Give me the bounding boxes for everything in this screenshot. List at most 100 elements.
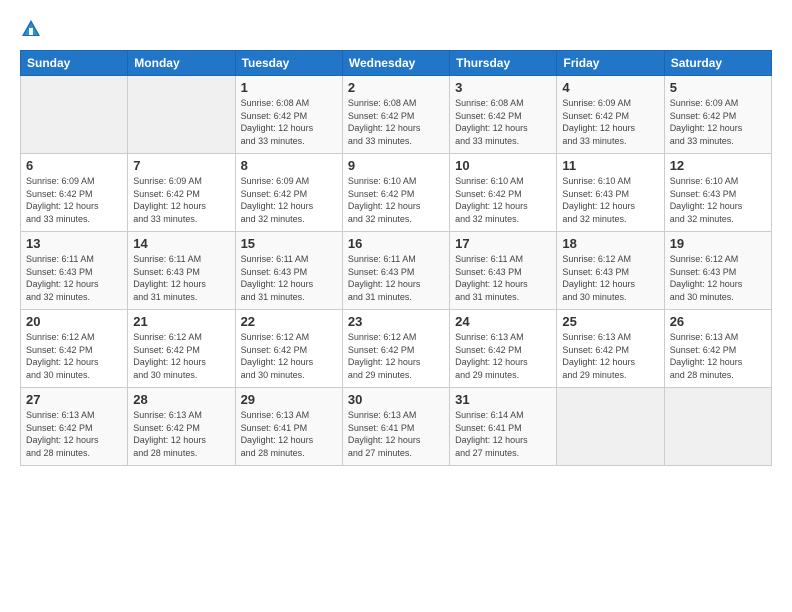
calendar-week-row: 20 Sunrise: 6:12 AM Sunset: 6:42 PM Dayli… [21, 310, 772, 388]
calendar-cell: 28 Sunrise: 6:13 AM Sunset: 6:42 PM Dayli… [128, 388, 235, 466]
calendar-cell: 29Sunrise: 6:13 AM Sunset: 6:41 PM Dayli… [235, 388, 342, 466]
weekday-header-thursday: Thursday [450, 51, 557, 76]
day-number: 28 [133, 392, 229, 407]
calendar-cell: 27 Sunrise: 6:13 AM Sunset: 6:42 PM Dayli… [21, 388, 128, 466]
day-number: 18 [562, 236, 658, 251]
day-number: 26 [670, 314, 766, 329]
day-number: 22 [241, 314, 337, 329]
day-number: 12 [670, 158, 766, 173]
calendar-cell: 4 Sunrise: 6:09 AM Sunset: 6:42 PM Daylig… [557, 76, 664, 154]
calendar-cell: 20 Sunrise: 6:12 AM Sunset: 6:42 PM Dayli… [21, 310, 128, 388]
calendar-week-row: 1 Sunrise: 6:08 AM Sunset: 6:42 PM Daylig… [21, 76, 772, 154]
calendar-week-row: 27 Sunrise: 6:13 AM Sunset: 6:42 PM Dayli… [21, 388, 772, 466]
calendar-cell: 30 Sunrise: 6:13 AM Sunset: 6:41 PM Dayli… [342, 388, 449, 466]
day-number: 20 [26, 314, 122, 329]
day-detail: Sunrise: 6:11 AM Sunset: 6:43 PM Dayligh… [348, 253, 444, 303]
calendar-cell: 11 Sunrise: 6:10 AM Sunset: 6:43 PM Dayli… [557, 154, 664, 232]
day-number: 30 [348, 392, 444, 407]
day-number: 3 [455, 80, 551, 95]
day-number: 11 [562, 158, 658, 173]
day-detail: Sunrise: 6:13 AM Sunset: 6:41 PM Dayligh… [241, 409, 337, 459]
logo [20, 18, 46, 40]
day-detail: Sunrise: 6:13 AM Sunset: 6:42 PM Dayligh… [133, 409, 229, 459]
day-detail: Sunrise: 6:13 AM Sunset: 6:41 PM Dayligh… [348, 409, 444, 459]
calendar-cell: 2 Sunrise: 6:08 AM Sunset: 6:42 PM Daylig… [342, 76, 449, 154]
day-detail: Sunrise: 6:08 AM Sunset: 6:42 PM Dayligh… [348, 97, 444, 147]
calendar-cell: 23 Sunrise: 6:12 AM Sunset: 6:42 PM Dayli… [342, 310, 449, 388]
calendar-cell: 6 Sunrise: 6:09 AM Sunset: 6:42 PM Daylig… [21, 154, 128, 232]
calendar-cell: 22Sunrise: 6:12 AM Sunset: 6:42 PM Dayli… [235, 310, 342, 388]
day-number: 31 [455, 392, 551, 407]
day-number: 13 [26, 236, 122, 251]
page-header [20, 18, 772, 40]
calendar-table: SundayMondayTuesdayWednesdayThursdayFrid… [20, 50, 772, 466]
day-detail: Sunrise: 6:13 AM Sunset: 6:42 PM Dayligh… [562, 331, 658, 381]
logo-icon [20, 18, 42, 40]
calendar-cell: 7 Sunrise: 6:09 AM Sunset: 6:42 PM Daylig… [128, 154, 235, 232]
calendar-cell: 5Sunrise: 6:09 AM Sunset: 6:42 PM Daylig… [664, 76, 771, 154]
calendar-cell: 14Sunrise: 6:11 AM Sunset: 6:43 PM Dayli… [128, 232, 235, 310]
day-number: 17 [455, 236, 551, 251]
calendar-week-row: 6 Sunrise: 6:09 AM Sunset: 6:42 PM Daylig… [21, 154, 772, 232]
day-number: 25 [562, 314, 658, 329]
weekday-header-wednesday: Wednesday [342, 51, 449, 76]
calendar-cell [664, 388, 771, 466]
weekday-header-row: SundayMondayTuesdayWednesdayThursdayFrid… [21, 51, 772, 76]
day-number: 10 [455, 158, 551, 173]
day-detail: Sunrise: 6:11 AM Sunset: 6:43 PM Dayligh… [241, 253, 337, 303]
calendar-cell: 31Sunrise: 6:14 AM Sunset: 6:41 PM Dayli… [450, 388, 557, 466]
calendar-cell [21, 76, 128, 154]
day-number: 8 [241, 158, 337, 173]
day-number: 27 [26, 392, 122, 407]
calendar-cell: 12 Sunrise: 6:10 AM Sunset: 6:43 PM Dayli… [664, 154, 771, 232]
calendar-cell: 13 Sunrise: 6:11 AM Sunset: 6:43 PM Dayli… [21, 232, 128, 310]
day-detail: Sunrise: 6:13 AM Sunset: 6:42 PM Dayligh… [26, 409, 122, 459]
calendar-cell: 16 Sunrise: 6:11 AM Sunset: 6:43 PM Dayli… [342, 232, 449, 310]
day-detail: Sunrise: 6:10 AM Sunset: 6:43 PM Dayligh… [562, 175, 658, 225]
calendar-cell: 1 Sunrise: 6:08 AM Sunset: 6:42 PM Daylig… [235, 76, 342, 154]
day-detail: Sunrise: 6:11 AM Sunset: 6:43 PM Dayligh… [26, 253, 122, 303]
weekday-header-monday: Monday [128, 51, 235, 76]
weekday-header-saturday: Saturday [664, 51, 771, 76]
day-number: 16 [348, 236, 444, 251]
calendar-cell [128, 76, 235, 154]
day-number: 24 [455, 314, 551, 329]
weekday-header-sunday: Sunday [21, 51, 128, 76]
day-detail: Sunrise: 6:09 AM Sunset: 6:42 PM Dayligh… [241, 175, 337, 225]
day-number: 7 [133, 158, 229, 173]
day-number: 6 [26, 158, 122, 173]
day-detail: Sunrise: 6:12 AM Sunset: 6:43 PM Dayligh… [670, 253, 766, 303]
day-detail: Sunrise: 6:08 AM Sunset: 6:42 PM Dayligh… [455, 97, 551, 147]
day-number: 15 [241, 236, 337, 251]
day-detail: Sunrise: 6:09 AM Sunset: 6:42 PM Dayligh… [133, 175, 229, 225]
calendar-cell: 26 Sunrise: 6:13 AM Sunset: 6:42 PM Dayli… [664, 310, 771, 388]
day-detail: Sunrise: 6:12 AM Sunset: 6:43 PM Dayligh… [562, 253, 658, 303]
calendar-cell [557, 388, 664, 466]
day-number: 2 [348, 80, 444, 95]
day-detail: Sunrise: 6:09 AM Sunset: 6:42 PM Dayligh… [26, 175, 122, 225]
calendar-cell: 8 Sunrise: 6:09 AM Sunset: 6:42 PM Daylig… [235, 154, 342, 232]
day-detail: Sunrise: 6:12 AM Sunset: 6:42 PM Dayligh… [26, 331, 122, 381]
weekday-header-tuesday: Tuesday [235, 51, 342, 76]
day-detail: Sunrise: 6:09 AM Sunset: 6:42 PM Dayligh… [562, 97, 658, 147]
day-detail: Sunrise: 6:13 AM Sunset: 6:42 PM Dayligh… [670, 331, 766, 381]
day-detail: Sunrise: 6:08 AM Sunset: 6:42 PM Dayligh… [241, 97, 337, 147]
day-detail: Sunrise: 6:11 AM Sunset: 6:43 PM Dayligh… [133, 253, 229, 303]
day-detail: Sunrise: 6:12 AM Sunset: 6:42 PM Dayligh… [348, 331, 444, 381]
day-number: 1 [241, 80, 337, 95]
day-detail: Sunrise: 6:13 AM Sunset: 6:42 PM Dayligh… [455, 331, 551, 381]
day-number: 9 [348, 158, 444, 173]
calendar-cell: 21 Sunrise: 6:12 AM Sunset: 6:42 PM Dayli… [128, 310, 235, 388]
day-detail: Sunrise: 6:10 AM Sunset: 6:43 PM Dayligh… [670, 175, 766, 225]
day-number: 23 [348, 314, 444, 329]
calendar-cell: 9Sunrise: 6:10 AM Sunset: 6:42 PM Daylig… [342, 154, 449, 232]
day-detail: Sunrise: 6:10 AM Sunset: 6:42 PM Dayligh… [455, 175, 551, 225]
day-number: 21 [133, 314, 229, 329]
calendar-cell: 17Sunrise: 6:11 AM Sunset: 6:43 PM Dayli… [450, 232, 557, 310]
day-number: 19 [670, 236, 766, 251]
day-number: 5 [670, 80, 766, 95]
day-number: 4 [562, 80, 658, 95]
calendar-cell: 25 Sunrise: 6:13 AM Sunset: 6:42 PM Dayli… [557, 310, 664, 388]
calendar-cell: 15 Sunrise: 6:11 AM Sunset: 6:43 PM Dayli… [235, 232, 342, 310]
day-detail: Sunrise: 6:12 AM Sunset: 6:42 PM Dayligh… [133, 331, 229, 381]
